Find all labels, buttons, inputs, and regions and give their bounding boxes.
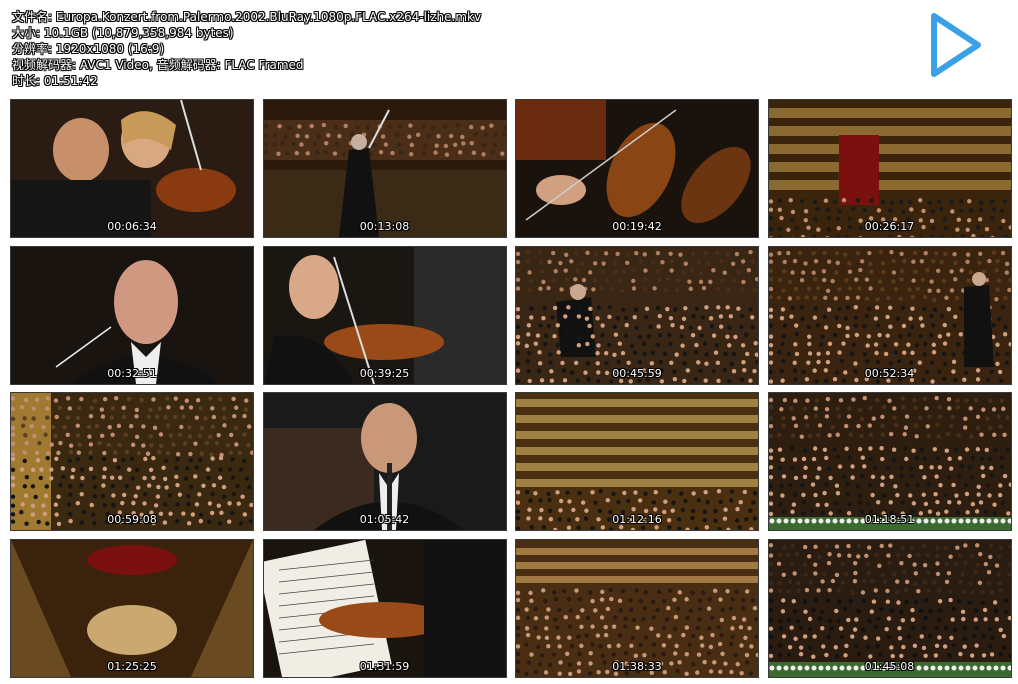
thumbnail-timestamp: 00:59:08 — [107, 513, 157, 526]
size-line: 大小: 10.1GB (10,879,358,984 bytes) — [12, 26, 234, 40]
thumbnail[interactable]: 01:12:16 — [515, 392, 759, 531]
thumbnail-timestamp: 01:18:51 — [864, 513, 915, 526]
thumbnail[interactable]: 01:31:59 — [262, 538, 507, 678]
thumbnail-timestamp: 00:06:34 — [107, 220, 157, 233]
thumbnail-image — [768, 246, 1011, 384]
thumbnail-image — [516, 246, 758, 384]
thumbnail-image — [263, 100, 506, 237]
thumbnail-timestamp: 01:25:25 — [107, 659, 157, 673]
thumbnail-timestamp: 01:31:59 — [359, 659, 410, 673]
file-info: 文件名: Europa.Konzert.from.Palermo.2002.Bl… — [12, 9, 481, 89]
thumbnail-timestamp: 00:39:25 — [359, 366, 410, 380]
filename-line: 文件名: Europa.Konzert.from.Palermo.2002.Bl… — [12, 10, 482, 24]
thumbnail-image — [768, 100, 1011, 237]
thumbnail-image — [516, 393, 758, 530]
duration-line: 时长: 01:51:42 — [12, 74, 98, 88]
thumbnail-image — [263, 393, 506, 530]
play-icon[interactable] — [926, 8, 986, 82]
thumbnail-image — [768, 393, 1011, 530]
thumbnail[interactable]: 00:13:08 — [262, 99, 507, 238]
thumbnail-timestamp: 01:12:16 — [612, 513, 662, 526]
thumbnail[interactable]: 00:52:34 — [767, 245, 1012, 385]
thumbnail[interactable]: 00:26:17 — [767, 99, 1012, 238]
thumbnail-image — [263, 246, 506, 384]
thumbnail-image — [516, 100, 758, 237]
thumbnail[interactable]: 00:06:34 — [10, 99, 254, 238]
thumbnail-timestamp: 00:19:42 — [612, 220, 662, 233]
thumbnail-image — [516, 539, 758, 677]
thumbnail[interactable]: 01:05:42 — [262, 392, 507, 531]
thumbnail-timestamp: 00:26:17 — [864, 220, 915, 233]
thumbnail[interactable]: 01:45:08 — [767, 538, 1012, 678]
thumbnail[interactable]: 00:59:08 — [10, 392, 254, 531]
thumbnail-timestamp: 00:52:34 — [864, 366, 915, 380]
thumbnail-image — [11, 539, 253, 677]
thumbnail[interactable]: 00:39:25 — [262, 245, 507, 385]
thumbnail-timestamp: 00:45:59 — [612, 366, 662, 380]
thumbnail[interactable]: 00:45:59 — [515, 245, 759, 385]
thumbnail-timestamp: 00:13:08 — [359, 220, 410, 233]
resolution-line: 分辨率: 1920x1080 (16:9) — [12, 42, 165, 56]
thumbnail[interactable]: 00:32:51 — [10, 245, 254, 385]
thumbnail-timestamp: 01:45:08 — [864, 659, 915, 673]
thumbnail-image — [263, 539, 506, 677]
thumbnail-timestamp: 00:32:51 — [107, 366, 157, 380]
thumbnail[interactable]: 01:25:25 — [10, 538, 254, 678]
thumbnail-timestamp: 01:05:42 — [359, 513, 410, 526]
thumbnail-image — [11, 100, 253, 237]
thumbnail-timestamp: 01:38:33 — [612, 659, 662, 673]
thumbnail[interactable]: 01:18:51 — [767, 392, 1012, 531]
thumbnail[interactable]: 00:19:42 — [515, 99, 759, 238]
thumbnail-image — [11, 246, 253, 384]
thumbnail-image — [768, 539, 1011, 677]
thumbnail-image — [11, 393, 253, 530]
thumbnail[interactable]: 01:38:33 — [515, 538, 759, 678]
codecs-line: 视频解码器: AVC1 Video, 音频解码器: FLAC Framed — [12, 58, 304, 72]
